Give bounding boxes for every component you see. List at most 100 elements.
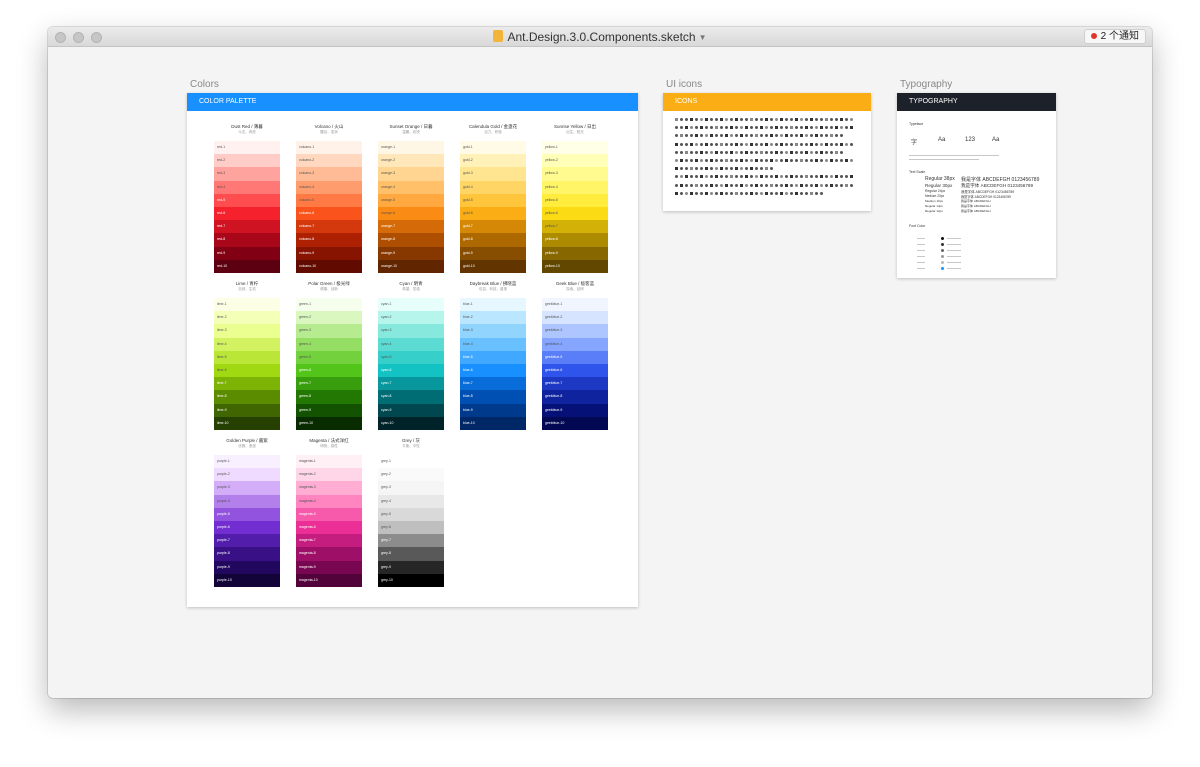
swatch-orange-2[interactable]: orange-2 (378, 154, 444, 168)
ui-icon[interactable] (720, 167, 723, 171)
ui-icon[interactable] (775, 134, 778, 138)
ui-icon[interactable] (825, 175, 828, 179)
ui-icon[interactable] (755, 175, 758, 179)
swatch-lime-8[interactable]: lime-8 (214, 390, 280, 404)
swatch-green-7[interactable]: green-7 (296, 377, 362, 391)
ui-icon[interactable] (710, 183, 713, 187)
ui-icon[interactable] (740, 142, 743, 146)
ui-icon[interactable] (770, 134, 773, 138)
ui-icon[interactable] (815, 191, 818, 195)
ui-icon[interactable] (760, 167, 763, 171)
ui-icon[interactable] (710, 150, 713, 154)
ui-icon[interactable] (685, 134, 688, 138)
ui-icon[interactable] (680, 183, 683, 187)
ui-icon[interactable] (705, 134, 708, 138)
ui-icon[interactable] (750, 134, 753, 138)
swatch-green-9[interactable]: green-9 (296, 403, 362, 417)
ui-icon[interactable] (810, 142, 813, 146)
swatch-grey-5[interactable]: grey-5 (378, 507, 444, 521)
swatch-cyan-3[interactable]: cyan-3 (378, 324, 444, 338)
ui-icon[interactable] (730, 191, 733, 195)
ui-icon[interactable] (715, 175, 718, 179)
ui-icon[interactable] (800, 142, 803, 146)
ui-icon[interactable] (690, 191, 693, 195)
ui-icon[interactable] (840, 142, 843, 146)
ui-icon[interactable] (795, 159, 798, 162)
ui-icon[interactable] (735, 126, 738, 130)
ui-icon[interactable] (785, 191, 788, 195)
ui-icon[interactable] (800, 126, 803, 130)
ui-icon[interactable] (775, 126, 778, 130)
ui-icon[interactable] (755, 159, 758, 162)
palette-lime[interactable]: Lime / 青柠 自然、生机 lime-1 lime-2 lime-3 lime-4 li… (214, 281, 280, 430)
ui-icon[interactable] (775, 191, 778, 195)
ui-icon[interactable] (745, 126, 748, 130)
ui-icon[interactable] (710, 159, 713, 162)
ui-icon[interactable] (735, 134, 738, 138)
swatch-red-2[interactable]: red-2 (214, 154, 280, 168)
ui-icon[interactable] (815, 134, 818, 138)
palette-yellow[interactable]: Sunrise Yellow / 日出 出生、阳光 yellow-1 yellow-2… (542, 124, 608, 273)
swatch-cyan-10[interactable]: cyan-10 (378, 416, 444, 430)
ui-icon[interactable] (700, 126, 703, 130)
ui-icon[interactable] (765, 134, 768, 138)
ui-icon[interactable] (820, 159, 823, 162)
ui-icon[interactable] (755, 150, 758, 154)
ui-icon[interactable] (740, 150, 743, 154)
ui-icon[interactable] (680, 159, 683, 162)
ui-icon[interactable] (675, 167, 678, 171)
swatch-volcano-1[interactable]: volcano-1 (296, 141, 362, 155)
ui-icon[interactable] (725, 126, 728, 130)
swatch-magenta-6[interactable]: magenta-6 (296, 520, 362, 535)
ui-icon[interactable] (790, 183, 793, 187)
window-title[interactable]: Ant.Design.3.0.Components.sketch ▼ (48, 30, 1152, 44)
ui-icon[interactable] (845, 175, 848, 179)
ui-icon[interactable] (735, 159, 738, 162)
swatch-yellow-2[interactable]: yellow-2 (542, 154, 608, 168)
swatch-orange-7[interactable]: orange-7 (378, 220, 444, 234)
artboard-colors[interactable]: COLOR PALETTE Dust Red / 薄暮 斗志、奔放 red-1 red… (187, 93, 638, 607)
ui-icon[interactable] (770, 142, 773, 146)
swatch-gold-3[interactable]: gold-3 (460, 167, 526, 181)
ui-icon[interactable] (820, 118, 823, 121)
ui-icon[interactable] (705, 167, 708, 171)
swatch-orange-3[interactable]: orange-3 (378, 167, 444, 181)
ui-icon[interactable] (780, 118, 783, 121)
ui-icon[interactable] (745, 118, 748, 121)
swatch-blue-3[interactable]: blue-3 (460, 324, 526, 338)
ui-icon[interactable] (730, 159, 733, 162)
ui-icon[interactable] (715, 126, 718, 130)
swatch-lime-7[interactable]: lime-7 (214, 377, 280, 391)
ui-icon[interactable] (820, 175, 823, 179)
swatch-lime-3[interactable]: lime-3 (214, 324, 280, 338)
ui-icon[interactable] (735, 175, 738, 179)
ui-icon[interactable] (765, 150, 768, 154)
ui-icon[interactable] (790, 134, 793, 138)
swatch-grey-9[interactable]: grey-9 (378, 560, 444, 574)
swatch-purple-2[interactable]: purple-2 (214, 468, 280, 482)
ui-icon[interactable] (765, 183, 768, 187)
ui-icon[interactable] (800, 175, 803, 179)
ui-icon[interactable] (810, 118, 813, 121)
ui-icon[interactable] (705, 150, 708, 154)
ui-icon[interactable] (715, 118, 718, 121)
swatch-cyan-8[interactable]: cyan-8 (378, 390, 444, 404)
ui-icon[interactable] (840, 159, 843, 162)
swatch-geekblue-10[interactable]: geekblue-10 (542, 416, 608, 430)
notification-badge[interactable]: 2 个通知 (1083, 29, 1146, 44)
ui-icon[interactable] (690, 150, 693, 154)
swatch-blue-7[interactable]: blue-7 (460, 377, 526, 391)
ui-icon[interactable] (680, 191, 683, 195)
ui-icon[interactable] (685, 167, 688, 171)
ui-icon[interactable] (715, 183, 718, 187)
palette-blue[interactable]: Daybreak Blue / 拂晓蓝 包容、科技、普惠 blue-1 blue-2 b… (460, 281, 526, 430)
ui-icon[interactable] (730, 150, 733, 154)
swatch-volcano-7[interactable]: volcano-7 (296, 220, 362, 234)
ui-icon[interactable] (830, 134, 833, 138)
swatch-cyan-4[interactable]: cyan-4 (378, 337, 444, 351)
swatch-geekblue-7[interactable]: geekblue-7 (542, 377, 608, 391)
swatch-magenta-3[interactable]: magenta-3 (296, 481, 362, 495)
ui-icon[interactable] (800, 191, 803, 195)
swatch-yellow-8[interactable]: yellow-8 (542, 233, 608, 247)
swatch-gold-2[interactable]: gold-2 (460, 154, 526, 168)
